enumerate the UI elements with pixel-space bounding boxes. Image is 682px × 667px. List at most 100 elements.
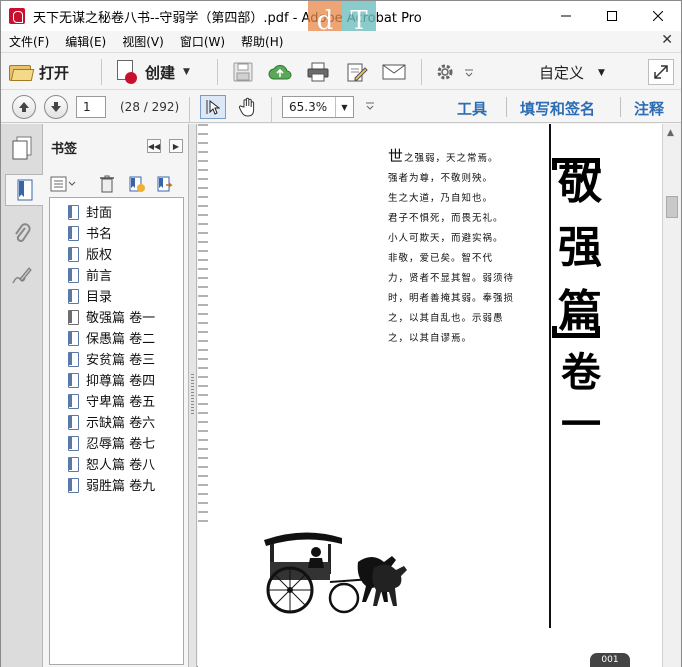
bookmark-item[interactable]: 恕人篇 卷八 xyxy=(68,453,155,474)
volume-char: 卷 xyxy=(561,349,601,396)
vertical-scrollbar[interactable]: ▲ xyxy=(662,124,681,667)
menu-file[interactable]: 文件(F) xyxy=(1,33,57,50)
scrollbar-thumb[interactable] xyxy=(666,196,678,218)
text-line-content: 之，以其自乱也。示弱愚 xyxy=(388,313,504,324)
previous-page-button[interactable] xyxy=(12,95,36,119)
hand-tool-button[interactable] xyxy=(235,95,261,119)
bookmark-label: 弱胜篇 卷九 xyxy=(86,479,156,494)
email-button[interactable] xyxy=(381,60,407,84)
edit-document-button[interactable] xyxy=(344,60,370,84)
settings-button[interactable] xyxy=(432,60,458,84)
create-pdf-icon xyxy=(115,60,137,84)
bookmark-item[interactable]: 目录 xyxy=(68,285,112,306)
customize-label: 自定义 xyxy=(539,64,585,82)
bookmark-icon xyxy=(68,351,79,367)
chapter-title: 敬 强 篇 xyxy=(551,152,609,344)
text-line-content: 之强弱，天之常焉。 xyxy=(404,153,499,164)
bookmark-label: 封面 xyxy=(86,206,113,221)
open-button[interactable]: 打开 xyxy=(9,59,69,85)
save-button[interactable] xyxy=(230,60,256,84)
maximize-button[interactable] xyxy=(589,1,635,31)
text-line-content: 生之大道，乃自知也。 xyxy=(388,193,494,204)
bookmark-item-current[interactable]: 敬强篇 卷一 xyxy=(68,306,155,327)
grip-handle[interactable] xyxy=(191,374,194,416)
bookmark-label: 敬强篇 卷一 xyxy=(86,311,156,326)
document-close-icon[interactable]: ✕ xyxy=(661,32,673,48)
new-bookmark-button[interactable] xyxy=(127,174,147,194)
bookmark-icon xyxy=(17,179,32,201)
panel-title: 书签 xyxy=(51,142,78,157)
bookmark-item[interactable]: 忍辱篇 卷七 xyxy=(68,432,155,453)
acrobat-icon xyxy=(9,8,25,24)
menu-help[interactable]: 帮助(H) xyxy=(233,33,291,50)
close-button[interactable] xyxy=(635,1,681,31)
collapse-panel-button[interactable]: ◀◀ xyxy=(147,139,161,153)
next-page-button[interactable] xyxy=(44,95,68,119)
menu-window[interactable]: 窗口(W) xyxy=(172,33,233,50)
bookmark-item[interactable]: 守卑篇 卷五 xyxy=(68,390,155,411)
page-number-input[interactable]: 1 xyxy=(76,96,106,118)
chapter-title-char: 敬 xyxy=(558,158,602,209)
printer-icon xyxy=(307,62,329,82)
signature-pen-icon xyxy=(12,267,32,284)
bookmark-label: 目录 xyxy=(86,290,113,305)
bookmark-item[interactable]: 封面 xyxy=(68,201,112,222)
comment-link[interactable]: 注释 xyxy=(634,98,664,119)
bookmark-item[interactable]: 弱胜篇 卷九 xyxy=(68,474,155,495)
bookmarks-button[interactable] xyxy=(5,174,43,206)
bookmark-item[interactable]: 抑尊篇 卷四 xyxy=(68,369,155,390)
options-list-icon xyxy=(50,176,76,192)
text-line: 之，以其自乱也。示弱愚 xyxy=(388,309,528,329)
main-toolbar: 打开 创建 ▼ 自定义 ▼ xyxy=(1,52,681,90)
text-line-content: 时，明者善掩其弱。奉强损 xyxy=(388,293,515,304)
text-line-content: 力，贤者不显其智。弱须待 xyxy=(388,273,515,284)
bookmark-icon xyxy=(68,225,79,241)
toolbar-divider xyxy=(189,97,190,123)
bookmark-icon xyxy=(68,330,79,346)
upload-cloud-button[interactable] xyxy=(267,60,293,84)
bookmark-item[interactable]: 前言 xyxy=(68,264,112,285)
panel-menu-button[interactable]: ▶ xyxy=(169,139,183,153)
bookmark-icon xyxy=(68,372,79,388)
delete-bookmark-button[interactable] xyxy=(97,174,117,194)
scroll-up-icon[interactable]: ▲ xyxy=(667,128,674,138)
fill-sign-link[interactable]: 填写和签名 xyxy=(520,98,595,119)
scan-edge xyxy=(198,124,208,524)
minimize-icon xyxy=(561,15,571,17)
expand-bookmark-button[interactable] xyxy=(155,174,175,194)
panel-splitter[interactable] xyxy=(189,124,197,667)
bookmark-item[interactable]: 示缺篇 卷六 xyxy=(68,411,155,432)
expand-button[interactable] xyxy=(648,59,674,85)
customize-dropdown[interactable]: 自定义 ▼ xyxy=(539,62,605,83)
title-bracket-bottom xyxy=(552,326,600,338)
close-icon xyxy=(653,11,663,21)
double-chevron-left-icon: ◀◀ xyxy=(147,141,161,151)
menu-edit[interactable]: 编辑(E) xyxy=(57,33,114,50)
more-tools-dropdown[interactable] xyxy=(365,100,375,113)
bookmark-item[interactable]: 书名 xyxy=(68,222,112,243)
bookmark-label: 版权 xyxy=(86,248,113,263)
pages-icon xyxy=(12,136,32,160)
zoom-value: 65.3% xyxy=(289,100,328,114)
signatures-button[interactable] xyxy=(5,260,39,292)
bookmark-item[interactable]: 保愚篇 卷二 xyxy=(68,327,155,348)
page-thumbnails-button[interactable] xyxy=(5,132,39,164)
bookmark-options-button[interactable] xyxy=(49,174,79,194)
settings-dropdown[interactable] xyxy=(462,60,476,84)
tools-link[interactable]: 工具 xyxy=(457,98,487,119)
select-tool-button[interactable] xyxy=(200,95,226,119)
arrow-up-icon xyxy=(19,102,29,112)
bookmark-item[interactable]: 安贫篇 卷三 xyxy=(68,348,155,369)
zoom-select[interactable]: 65.3% ▼ xyxy=(282,96,354,118)
attachments-button[interactable] xyxy=(5,218,39,250)
minimize-button[interactable] xyxy=(543,1,589,31)
bookmark-toolbar xyxy=(43,172,189,196)
chevron-right-icon: ▶ xyxy=(172,141,180,151)
document-page[interactable]: 世之强弱，天之常焉。 强者为尊，不敬则殃。 生之大道，乃自知也。 君子不惧死，而… xyxy=(198,124,662,667)
print-button[interactable] xyxy=(305,60,331,84)
menu-view[interactable]: 视图(V) xyxy=(114,33,172,50)
create-button[interactable]: 创建 ▼ xyxy=(115,59,190,85)
bookmark-icon xyxy=(68,477,79,493)
bookmark-item[interactable]: 版权 xyxy=(68,243,112,264)
bookmark-label: 保愚篇 卷二 xyxy=(86,332,156,347)
